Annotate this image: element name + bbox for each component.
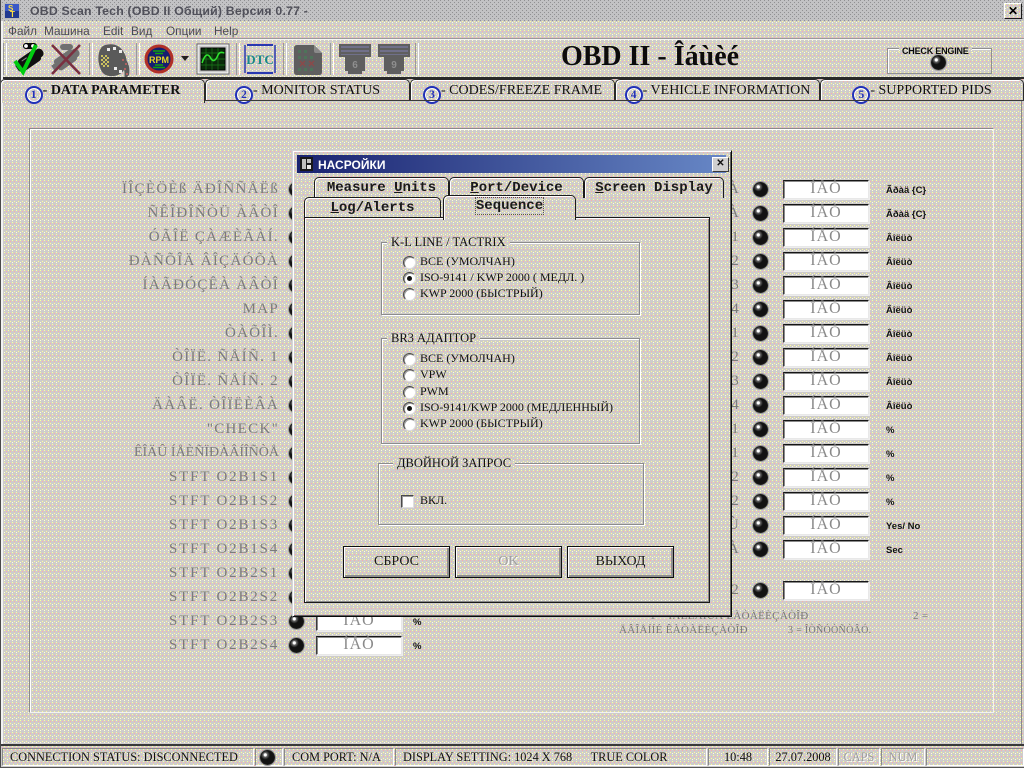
svg-text:T: T [10, 10, 15, 19]
svg-text:RPM: RPM [149, 55, 169, 65]
svg-text:DTC: DTC [246, 52, 273, 67]
svg-text:9: 9 [391, 60, 397, 71]
svg-text:6: 6 [352, 60, 358, 71]
